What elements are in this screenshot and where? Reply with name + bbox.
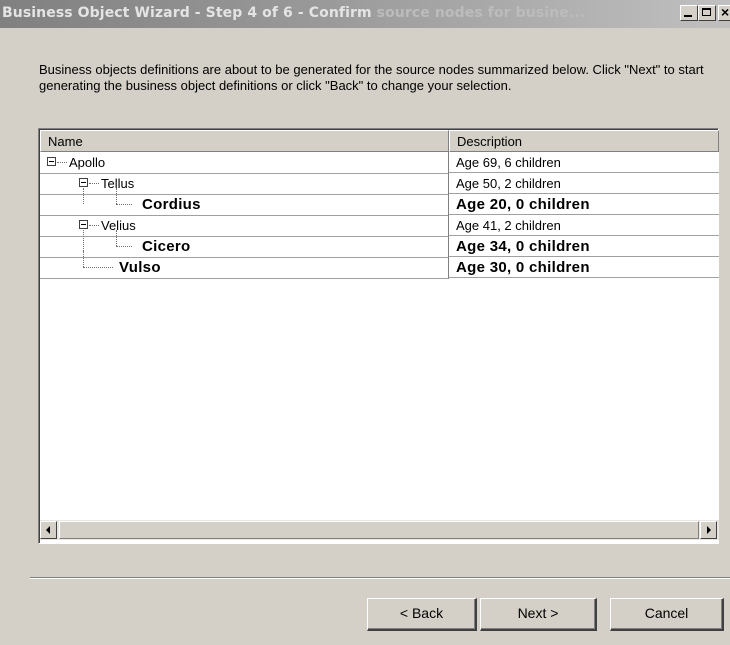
tree-header: Name Description [40, 130, 719, 152]
description-cell: Age 41, 2 children [449, 215, 719, 236]
minimize-button[interactable] [680, 5, 698, 21]
node-label: Vulso [119, 259, 161, 276]
maximize-button[interactable] [698, 5, 716, 21]
name-cell: Velius [40, 215, 449, 237]
tree-connector [89, 183, 99, 184]
node-label: Tellus [101, 176, 135, 191]
description-cell: Age 50, 2 children [449, 173, 719, 194]
name-cell: Cicero [40, 230, 449, 258]
name-cell: Vulso [40, 251, 449, 279]
collapse-icon[interactable] [79, 178, 88, 187]
back-button[interactable]: < Back [367, 598, 477, 631]
name-cell: Apollo [40, 152, 449, 174]
title-bar[interactable]: Business Object Wizard - Step 4 of 6 - C… [0, 0, 730, 28]
window-title: Business Object Wizard - Step 4 of 6 - C… [2, 5, 586, 21]
tree-connector [116, 188, 117, 204]
description-cell: Age 30, 0 children [449, 257, 719, 278]
tree-connector [116, 246, 132, 247]
tree-connector [57, 162, 67, 163]
separator [30, 577, 730, 579]
tree-row-velius[interactable]: Velius Age 41, 2 children [40, 215, 719, 237]
tree-connector [116, 204, 132, 205]
collapse-icon[interactable] [47, 157, 56, 166]
tree-connector [83, 188, 84, 204]
node-label: Velius [101, 218, 136, 233]
name-cell: Tellus [40, 173, 449, 195]
scroll-right-button[interactable] [700, 521, 717, 539]
column-header-description[interactable]: Description [449, 130, 719, 152]
instructions-text: Business objects definitions are about t… [39, 62, 704, 93]
tree-row-tellus[interactable]: Tellus Age 50, 2 children [40, 173, 719, 195]
tree-row-cordius[interactable]: Cordius Age 20, 0 children [40, 188, 719, 216]
cancel-button[interactable]: Cancel [610, 598, 724, 631]
tree-row-apollo[interactable]: Apollo Age 69, 6 children [40, 152, 719, 174]
maximize-icon [702, 8, 711, 16]
source-nodes-tree[interactable]: Name Description Apollo Age 69, 6 childr… [38, 128, 719, 544]
close-icon: × [721, 4, 730, 20]
horizontal-scrollbar[interactable] [40, 520, 719, 540]
scroll-thumb[interactable] [59, 521, 699, 539]
tree-connector [116, 230, 117, 246]
name-cell: Cordius [40, 188, 449, 216]
arrow-left-icon [46, 526, 50, 534]
description-cell: Age 34, 0 children [449, 236, 719, 257]
description-cell: Age 20, 0 children [449, 194, 719, 215]
next-button[interactable]: Next > [480, 598, 597, 631]
node-label: Apollo [69, 155, 106, 170]
tree-connector [89, 225, 99, 226]
node-label: Cicero [142, 238, 191, 255]
description-cell: Age 69, 6 children [449, 152, 719, 173]
minimize-icon [684, 15, 692, 17]
node-label: Cordius [142, 196, 201, 213]
tree-row-cicero[interactable]: Cicero Age 34, 0 children [40, 230, 719, 258]
tree-connector [83, 267, 113, 268]
arrow-right-icon [707, 526, 711, 534]
close-button[interactable]: × [718, 4, 730, 21]
tree-connector [83, 251, 84, 267]
scroll-left-button[interactable] [40, 521, 57, 539]
collapse-icon[interactable] [79, 220, 88, 229]
column-header-name[interactable]: Name [40, 130, 449, 152]
tree-row-vulso[interactable]: Vulso Age 30, 0 children [40, 251, 719, 279]
